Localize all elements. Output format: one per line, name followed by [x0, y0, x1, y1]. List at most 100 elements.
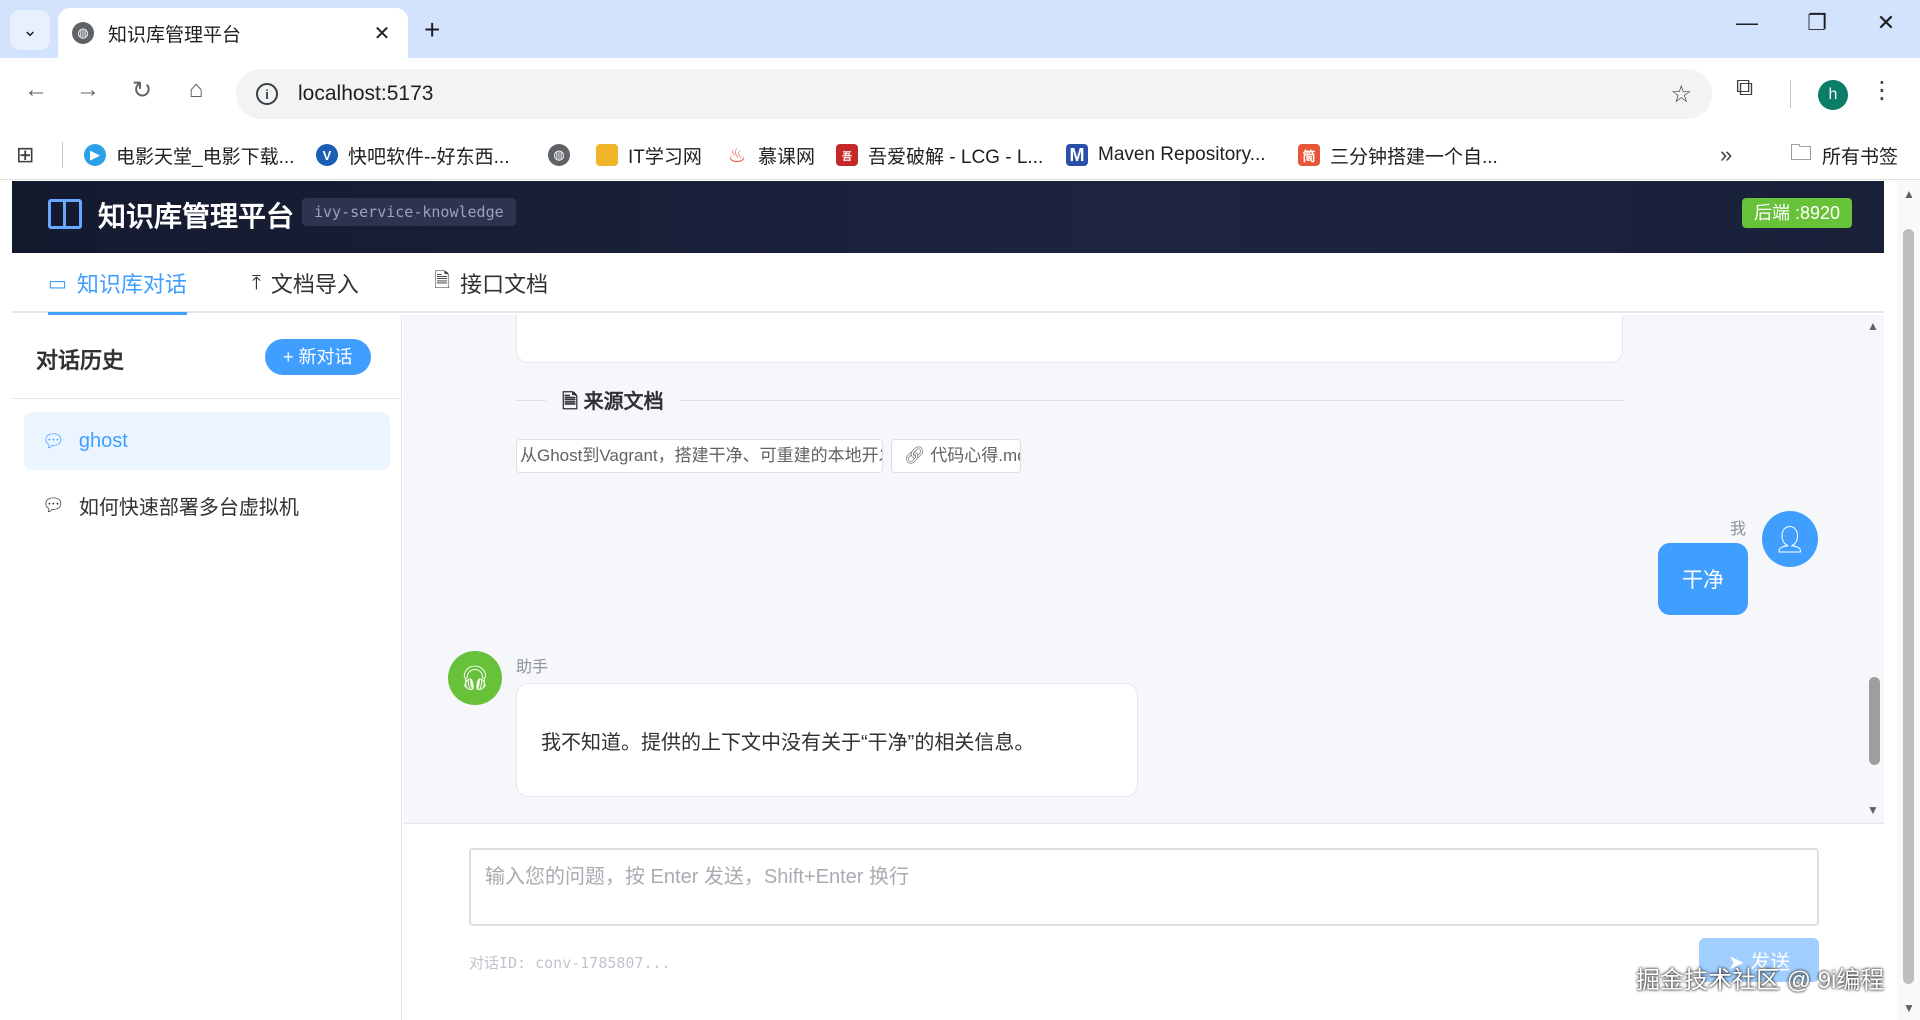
forward-button[interactable]: →	[70, 76, 106, 104]
movie-heaven-icon: ▶	[84, 144, 106, 166]
previous-answer-bubble	[516, 315, 1623, 363]
app-title: 知识库管理平台	[98, 201, 295, 232]
all-bookmarks-button[interactable]: 🗀 所有书签	[1790, 140, 1898, 170]
profile-avatar[interactable]: h	[1818, 80, 1848, 110]
backend-status-badge: 后端 :8920	[1741, 198, 1852, 228]
jian-icon: 简	[1298, 144, 1320, 166]
chat-messages: 🗎 来源文档 从Ghost到Vagrant，搭建干净、可重建的本地开发环境.md…	[403, 315, 1884, 823]
sources-divider	[516, 400, 1623, 401]
bookmark-item[interactable]: ▶ 电影天堂_电影下载...	[84, 140, 294, 170]
book-icon	[48, 199, 82, 229]
kuaiba-icon: V	[316, 144, 338, 166]
new-chat-button[interactable]: + 新对话	[265, 339, 371, 375]
sources-title: 🗎 来源文档	[546, 385, 680, 421]
question-input[interactable]	[469, 848, 1819, 926]
tab-search-button[interactable]: ⌄	[10, 10, 50, 50]
browser-toolbar: ← → ↻ ⌂ i localhost:5173 ☆ ⧉ h ⋮	[0, 58, 1920, 130]
close-tab-icon[interactable]: ✕	[370, 21, 394, 46]
globe-icon: ◍	[548, 144, 570, 166]
sidebar-title: 对话历史	[36, 348, 125, 373]
minimize-window-button[interactable]: —	[1727, 10, 1767, 36]
link-icon: 🔗︎	[904, 446, 931, 465]
conversation-sidebar: 对话历史 + 新对话 💬︎ ghost 💬︎ 如何快速部署多台虚拟机	[12, 315, 402, 1020]
bookmark-label: 快吧软件--好东西...	[348, 146, 510, 168]
bookmarks-bar: ⊞ ▶ 电影天堂_电影下载... V 快吧软件--好东西... ◍ IT学习网 …	[0, 130, 1920, 180]
chat-bubble-icon: 💬︎	[42, 430, 65, 451]
assistant-sender-label: 助手	[516, 659, 549, 676]
headset-icon: 🎧︎	[459, 664, 491, 692]
maven-icon: M	[1066, 144, 1088, 166]
bookmark-item[interactable]: ♨ 慕课网	[726, 140, 815, 170]
tab-api-docs[interactable]: 🗎 接口文档	[434, 253, 548, 313]
source-doc-chip[interactable]: 🔗︎ 代码心得.md	[891, 439, 1021, 473]
source-doc-chip[interactable]: 从Ghost到Vagrant，搭建干净、可重建的本地开发环境.md	[516, 439, 883, 473]
scroll-down-icon[interactable]: ▼	[1867, 803, 1879, 817]
bookmark-label: 三分钟搭建一个自...	[1330, 146, 1498, 168]
home-button[interactable]: ⌂	[178, 76, 214, 104]
folder-icon	[596, 144, 618, 166]
more-bookmarks-icon[interactable]: »	[1720, 140, 1732, 170]
bookmark-label: 电影天堂_电影下载...	[116, 146, 295, 168]
scroll-up-icon[interactable]: ▲	[1903, 187, 1915, 201]
conversation-item-ghost[interactable]: 💬︎ ghost	[24, 412, 390, 470]
sidebar-header: 对话历史 + 新对话	[12, 315, 401, 399]
document-icon: 🗎	[562, 391, 584, 413]
chevron-down-icon: ⌄	[22, 19, 38, 40]
browser-tab[interactable]: ◍ 知识库管理平台 ✕	[58, 8, 408, 58]
chat-icon: ▭	[48, 272, 67, 295]
reload-button[interactable]: ↻	[124, 76, 160, 105]
document-icon: 🗎	[434, 270, 451, 292]
bookmarks-divider	[62, 142, 63, 168]
assistant-avatar: 🎧︎	[448, 651, 502, 705]
toolbar-divider	[1790, 80, 1791, 108]
bookmark-item[interactable]: IT学习网	[596, 140, 702, 170]
bookmark-item[interactable]: ◍	[548, 140, 580, 170]
user-avatar: 👤︎	[1762, 511, 1818, 567]
apps-grid-icon[interactable]: ⊞	[16, 140, 34, 170]
tab-label: 知识库对话	[76, 272, 187, 297]
service-tag: ivy-service-knowledge	[302, 198, 516, 226]
new-tab-button[interactable]: +	[424, 14, 440, 46]
conversation-label: ghost	[78, 429, 128, 452]
all-bookmarks-label: 所有书签	[1822, 146, 1899, 168]
url-text[interactable]: localhost:5173	[298, 82, 1670, 106]
bookmark-item[interactable]: M Maven Repository...	[1066, 140, 1266, 170]
52pojie-icon: 吾	[836, 144, 858, 166]
bookmark-item[interactable]: 简 三分钟搭建一个自...	[1298, 140, 1498, 170]
bookmark-item[interactable]: 吾 吾爱破解 - LCG - L...	[836, 140, 1043, 170]
more-menu-icon[interactable]: ⋮	[1870, 76, 1894, 105]
tab-label: 接口文档	[460, 272, 549, 297]
scrollbar-thumb[interactable]	[1903, 229, 1914, 984]
bookmark-label: IT学习网	[628, 146, 702, 168]
tab-document-import[interactable]: ⤒ 文档导入	[252, 253, 359, 313]
address-bar[interactable]: i localhost:5173 ☆	[236, 69, 1712, 119]
conversation-item-deploy-vms[interactable]: 💬︎ 如何快速部署多台虚拟机	[24, 476, 390, 534]
bookmark-star-icon[interactable]: ☆	[1670, 80, 1692, 109]
chat-scrollbar[interactable]: ▲ ▼	[1865, 315, 1884, 823]
user-message-bubble: 干净	[1658, 543, 1748, 615]
bookmark-item[interactable]: V 快吧软件--好东西...	[316, 140, 510, 170]
tab-title: 知识库管理平台	[108, 24, 242, 46]
page-scrollbar[interactable]: ▲ ▼	[1897, 181, 1920, 1020]
globe-icon: ◍	[72, 22, 94, 44]
tab-knowledge-chat[interactable]: ▭ 知识库对话	[48, 253, 187, 315]
main-tabs: ▭ 知识库对话 ⤒ 文档导入 🗎 接口文档	[12, 253, 1884, 315]
tab-label: 文档导入	[270, 272, 359, 297]
upload-icon: ⤒	[252, 271, 261, 294]
bookmark-label: 吾爱破解 - LCG - L...	[868, 146, 1044, 168]
scroll-down-icon[interactable]: ▼	[1903, 1001, 1915, 1015]
scrollbar-thumb[interactable]	[1869, 677, 1880, 765]
scroll-up-icon[interactable]: ▲	[1867, 319, 1879, 333]
extensions-icon[interactable]: ⧉	[1736, 74, 1753, 102]
bookmark-label: Maven Repository...	[1098, 144, 1266, 165]
flame-icon: ♨	[728, 144, 746, 167]
browser-tab-strip: ⌄ ◍ 知识库管理平台 ✕ + — ❐ ✕	[0, 0, 1920, 58]
site-info-icon[interactable]: i	[256, 83, 278, 105]
bookmark-label: 慕课网	[758, 146, 816, 168]
user-sender-label: 我	[1730, 521, 1747, 538]
user-icon: 👤︎	[1773, 523, 1807, 554]
folder-outline-icon: 🗀	[1790, 140, 1813, 165]
restore-window-button[interactable]: ❐	[1797, 10, 1837, 36]
back-button[interactable]: ←	[18, 76, 54, 104]
close-window-button[interactable]: ✕	[1866, 10, 1906, 36]
